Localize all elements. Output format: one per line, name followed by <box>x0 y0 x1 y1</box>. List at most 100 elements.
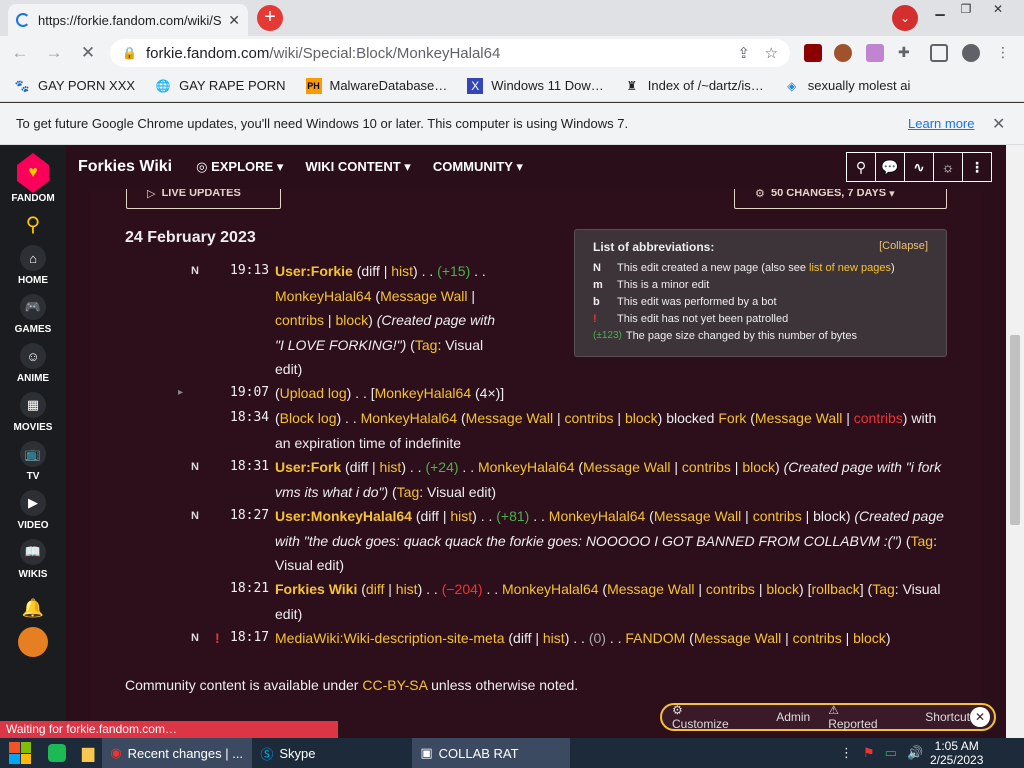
nav-wiki-content[interactable]: WIKI CONTENT ▾ <box>305 159 410 175</box>
back-icon[interactable]: ← <box>6 43 34 63</box>
puzzle-icon[interactable]: ✚ <box>898 44 916 62</box>
rail-anime[interactable]: ☺ ANIME <box>17 343 49 384</box>
bookmark-item[interactable]: PH MalwareDatabase… <box>305 77 447 94</box>
taskbar-chrome[interactable]: ◉ Recent changes | ... <box>102 738 253 768</box>
discussions-icon[interactable]: 💬 <box>875 152 905 182</box>
bookmark-item[interactable]: 🌐 GAY RAPE PORN <box>155 78 286 94</box>
tag-link[interactable]: Tag <box>911 533 934 549</box>
block-link[interactable]: block <box>742 459 775 475</box>
menu-kebab-icon[interactable]: ⋮ <box>996 44 1014 62</box>
contribs-link[interactable]: contribs <box>565 410 614 426</box>
nav-community[interactable]: COMMUNITY ▾ <box>433 159 523 175</box>
more-icon[interactable]: ⋮ <box>962 152 992 182</box>
live-updates-button[interactable]: ▷ LIVE UPDATES <box>126 189 281 209</box>
rail-tv[interactable]: 📺 TV <box>20 441 46 482</box>
scrollbar-thumb[interactable] <box>1010 335 1020 525</box>
taskbar-collab-rat[interactable]: ▣ COLLAB RAT <box>412 738 571 768</box>
maximize-button[interactable]: ❐ <box>954 2 978 18</box>
tag-link[interactable]: Tag <box>872 581 895 597</box>
block-link[interactable]: block <box>853 630 886 646</box>
extension-icon[interactable] <box>866 44 884 62</box>
page-link[interactable]: Forkies Wiki <box>275 581 357 597</box>
activity-icon[interactable]: ∿ <box>904 152 934 182</box>
forward-icon[interactable]: → <box>40 43 68 63</box>
bookmark-item[interactable]: X Windows 11 Dow… <box>467 77 604 94</box>
wiki-name[interactable]: Forkies Wiki <box>78 158 172 176</box>
avatar-extension-icon[interactable] <box>834 44 852 62</box>
page-link[interactable]: User:Fork <box>275 459 341 475</box>
taskbar-clock[interactable]: 1:05 AM 2/25/2023 <box>930 738 983 767</box>
message-wall-link[interactable]: Message Wall <box>694 630 781 646</box>
rail-video[interactable]: ▶ VIDEO <box>17 490 49 531</box>
learn-more-link[interactable]: Learn more <box>908 116 974 131</box>
rollback-link[interactable]: rollback <box>812 581 860 597</box>
log-link[interactable]: Upload log <box>280 385 347 401</box>
stop-icon[interactable]: ✕ <box>74 43 102 63</box>
bookmark-star-icon[interactable]: ☆ <box>765 44 778 62</box>
tab-search-button[interactable]: ⌄ <box>892 5 918 31</box>
message-wall-link[interactable]: Message Wall <box>654 508 741 524</box>
block-link[interactable]: block <box>813 508 846 524</box>
bookmark-item[interactable]: ◈ sexually molest ai <box>784 78 910 94</box>
notifications-icon[interactable]: 🔔 <box>22 598 44 619</box>
hist-link[interactable]: hist <box>543 630 565 646</box>
expand-arrow-icon[interactable]: ▸ <box>178 381 183 406</box>
close-icon[interactable]: ✕ <box>992 114 1005 134</box>
user-link[interactable]: MonkeyHalal64 <box>549 508 646 524</box>
tag-link[interactable]: Tag <box>415 337 438 353</box>
contribs-link[interactable]: contribs <box>793 630 842 646</box>
user-link[interactable]: MonkeyHalal64 <box>275 288 372 304</box>
close-icon[interactable]: ✕ <box>970 707 990 727</box>
page-link[interactable]: MediaWiki:Wiki-description-site-meta <box>275 630 505 646</box>
nav-explore[interactable]: ◎ EXPLORE ▾ <box>196 159 283 175</box>
hist-link[interactable]: hist <box>450 508 472 524</box>
taskbar-skype[interactable]: Ⓢ Skype <box>252 738 412 768</box>
search-icon[interactable]: ⚲ <box>846 152 876 182</box>
rail-games[interactable]: 🎮 GAMES <box>15 294 51 335</box>
license-link[interactable]: CC-BY-SA <box>362 677 427 693</box>
user-link[interactable]: MonkeyHalal64 <box>502 581 599 597</box>
green-app-icon[interactable] <box>40 738 74 768</box>
flag-icon[interactable]: ⚑ <box>863 745 875 761</box>
window-close-button[interactable]: ✕ <box>986 2 1010 18</box>
minimize-button[interactable]: ▁ <box>928 2 952 18</box>
collapse-link[interactable]: [Collapse] <box>879 240 928 252</box>
user-link[interactable]: MonkeyHalal64 <box>478 459 575 475</box>
customize-button[interactable]: ⚙ Customize <box>672 703 758 731</box>
changes-filter-button[interactable]: ⚙ 50 CHANGES, 7 DAYS ▾ <box>734 189 947 209</box>
hist-link[interactable]: hist <box>391 263 413 279</box>
rail-home[interactable]: ⌂ HOME <box>18 245 48 286</box>
volume-icon[interactable]: 🔊 <box>907 745 923 761</box>
user-link[interactable]: MonkeyHalal64 <box>361 410 458 426</box>
block-link[interactable]: block <box>335 312 368 328</box>
shortcuts-button[interactable]: Shortcuts <box>925 710 976 724</box>
target-link[interactable]: Fork <box>718 410 746 426</box>
contribs-link[interactable]: contribs <box>682 459 731 475</box>
network-icon[interactable]: ▭ <box>885 745 897 761</box>
hist-link[interactable]: hist <box>396 581 418 597</box>
page-link[interactable]: User:Forkie <box>275 263 353 279</box>
message-wall-link[interactable]: Message Wall <box>607 581 694 597</box>
contribs-link[interactable]: contribs <box>753 508 802 524</box>
contribs-link[interactable]: contribs <box>275 312 324 328</box>
sidepanel-icon[interactable] <box>930 44 948 62</box>
message-wall-link[interactable]: Message Wall <box>380 288 467 304</box>
start-button[interactable] <box>0 738 40 768</box>
share-icon[interactable]: ⇪ <box>737 44 750 62</box>
avatar[interactable] <box>18 627 48 657</box>
diff-link[interactable]: diff <box>361 263 379 279</box>
user-link[interactable]: FANDOM <box>625 630 685 646</box>
hist-link[interactable]: hist <box>380 459 402 475</box>
file-explorer-icon[interactable]: ▆ <box>74 738 102 768</box>
address-bar[interactable]: 🔒 forkie.fandom.com/wiki/Special:Block/M… <box>110 39 790 67</box>
bookmark-item[interactable]: 🐾 GAY PORN XXX <box>14 78 136 94</box>
new-tab-button[interactable]: + <box>257 5 283 31</box>
bookmark-item[interactable]: ♜ Index of /~dartz/is… <box>624 78 763 94</box>
message-wall-link[interactable]: Message Wall <box>755 410 842 426</box>
ublock-icon[interactable] <box>804 44 822 62</box>
page-link[interactable]: User:MonkeyHalal64 <box>275 508 412 524</box>
block-link[interactable]: block <box>625 410 658 426</box>
page-scrollbar[interactable] <box>1006 145 1024 738</box>
admin-button[interactable]: Admin <box>776 710 810 724</box>
contribs-link[interactable]: contribs <box>706 581 755 597</box>
